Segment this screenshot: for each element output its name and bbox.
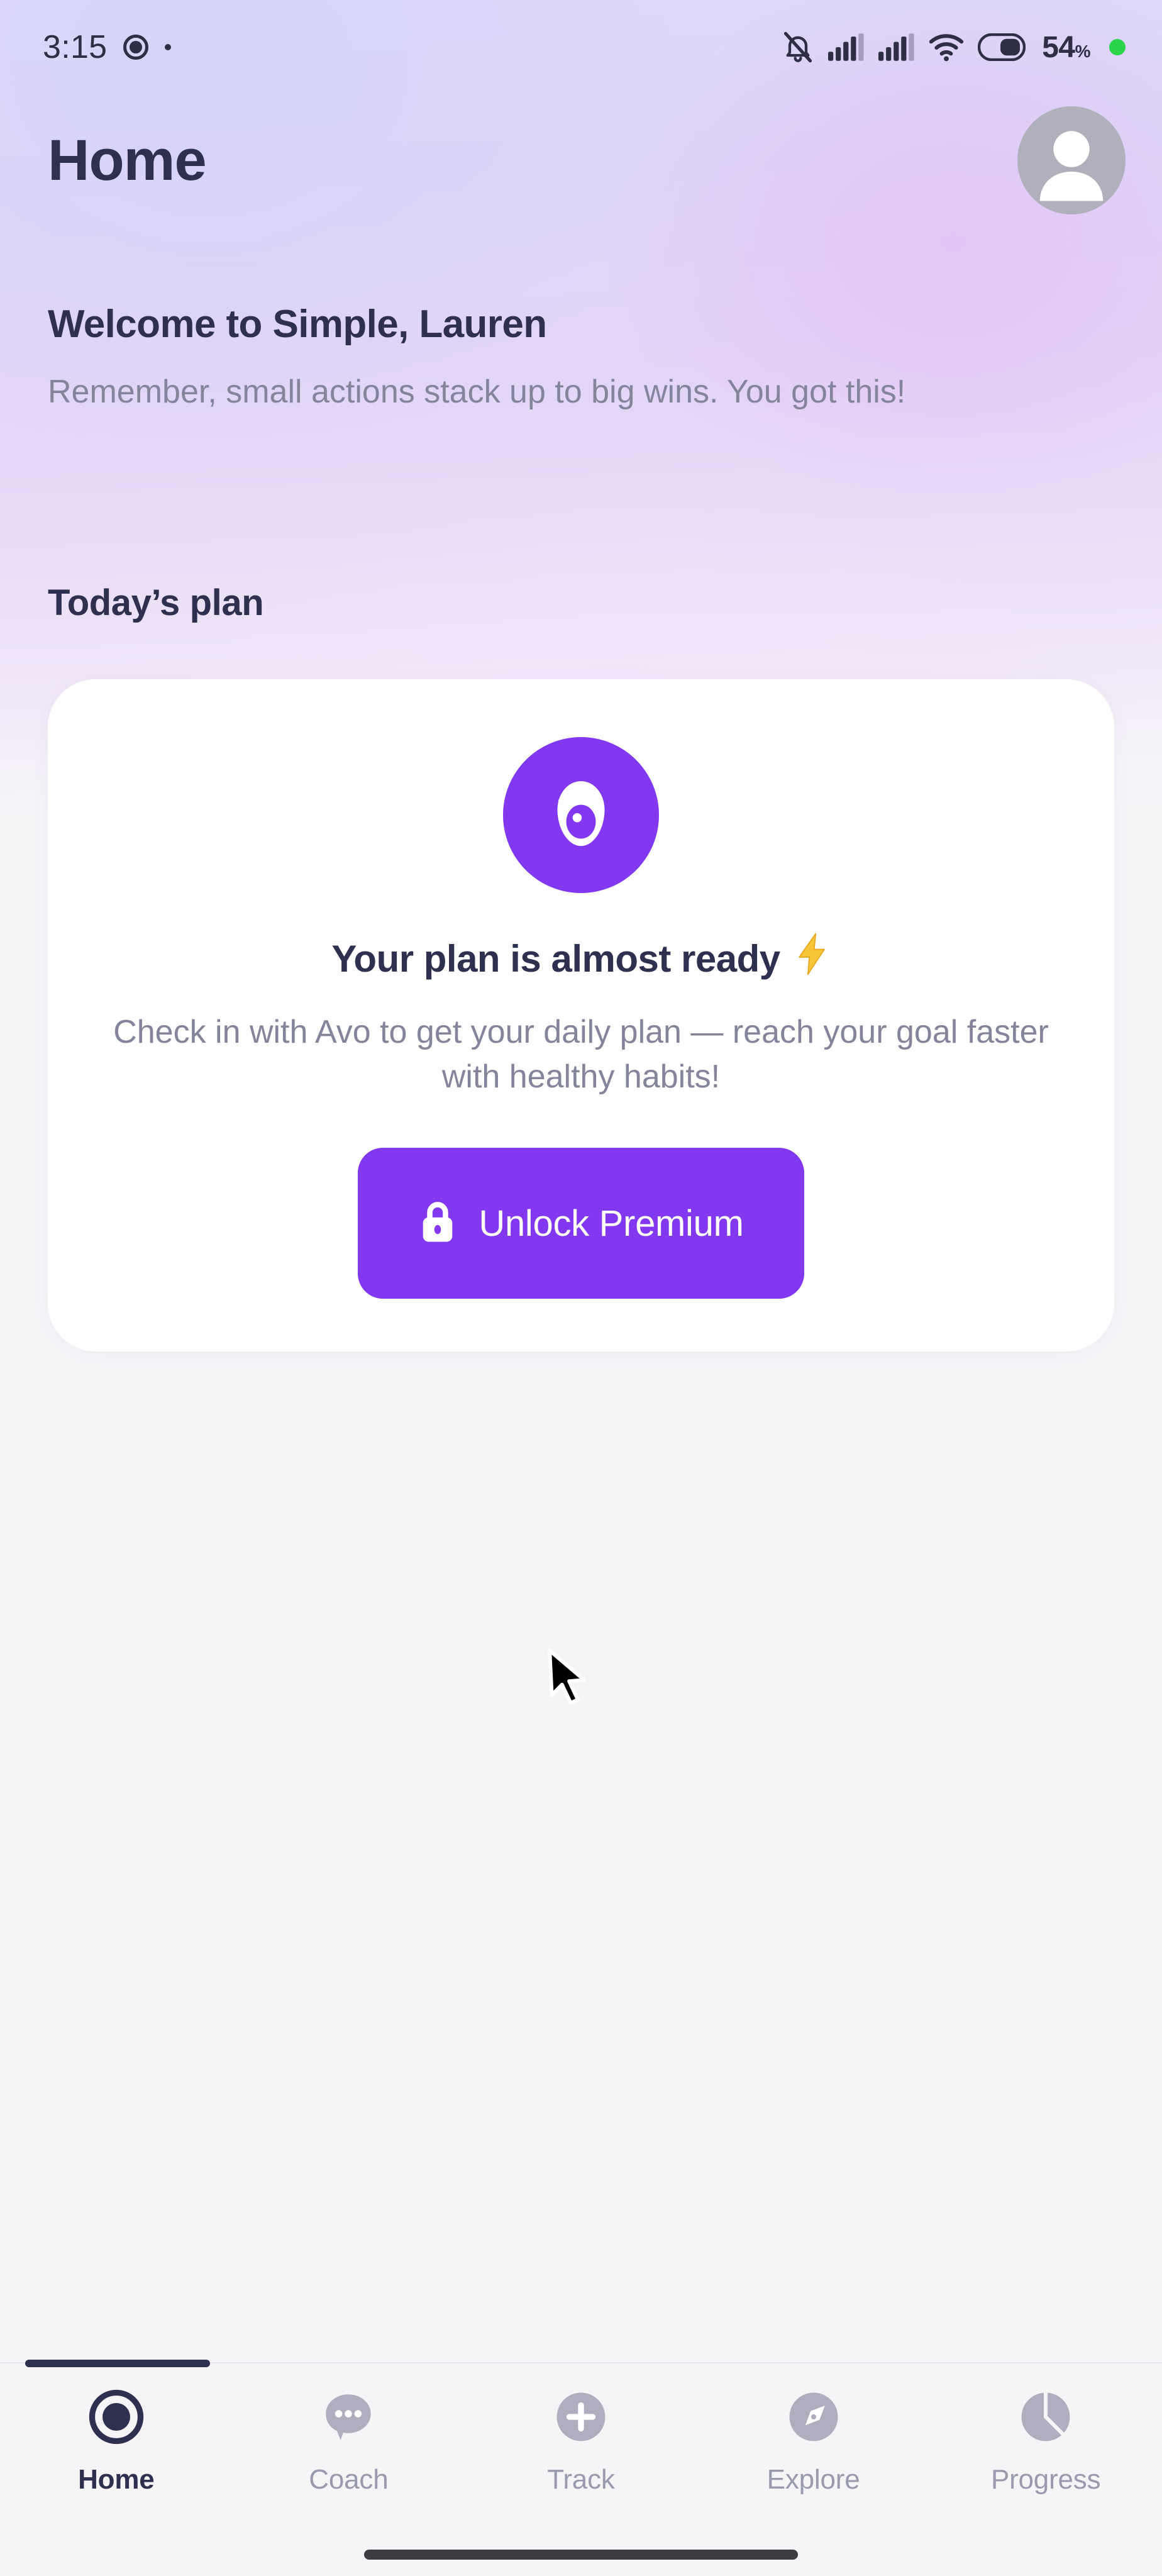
nav-label-explore: Explore: [766, 2464, 860, 2495]
nav-label-progress: Progress: [990, 2464, 1101, 2495]
status-indicator-dot: [1109, 39, 1126, 55]
nav-label-coach: Coach: [309, 2464, 389, 2495]
section-title-todays-plan: Today’s plan: [48, 582, 264, 623]
nav-item-track[interactable]: Track: [465, 2386, 697, 2496]
mouse-cursor: [545, 1648, 594, 1714]
nav-items: Home Coach Track Explore Progress: [0, 2386, 1162, 2496]
nav-label-track: Track: [547, 2464, 615, 2495]
card-headline-text: Your plan is almost ready: [331, 937, 780, 980]
active-tab-indicator: [25, 2360, 210, 2367]
signal-bars-icon: [828, 33, 864, 61]
signal-bars-icon: [878, 33, 914, 61]
silent-bell-icon: [784, 31, 812, 63]
lock-icon: [418, 1200, 457, 1247]
nav-item-progress[interactable]: Progress: [929, 2386, 1162, 2496]
chat-bubble-icon: [318, 2386, 379, 2448]
pie-chart-icon: [1015, 2386, 1076, 2448]
welcome-block: Welcome to Simple, Lauren Remember, smal…: [48, 302, 1129, 414]
status-bar-right: 54%: [782, 30, 1126, 65]
lightning-bolt-icon: [793, 932, 831, 985]
dot-icon: [165, 44, 172, 50]
plan-card: Your plan is almost ready Check in with …: [48, 679, 1114, 1352]
card-body-text: Check in with Avo to get your daily plan…: [113, 1014, 1049, 1095]
page-title: Home: [48, 128, 207, 192]
nav-item-explore[interactable]: Explore: [697, 2386, 930, 2496]
unlock-premium-button[interactable]: Unlock Premium: [358, 1148, 804, 1299]
status-bar: 3:15 54%: [0, 0, 1162, 94]
welcome-title: Welcome to Simple, Lauren: [48, 303, 547, 346]
person-icon: [1039, 131, 1104, 201]
target-icon: [86, 2386, 147, 2448]
avocado-icon: [503, 737, 659, 893]
status-bar-left: 3:15: [43, 28, 172, 66]
status-time: 3:15: [43, 29, 108, 65]
battery-percent: 54%: [1042, 30, 1090, 64]
record-icon: [123, 35, 149, 60]
card-headline: Your plan is almost ready: [331, 932, 830, 985]
phone-screen: 3:15 54% Home Welcome to Simple, Lauren …: [0, 0, 1162, 2576]
nav-item-coach[interactable]: Coach: [233, 2386, 465, 2496]
compass-icon: [783, 2386, 844, 2448]
welcome-subtitle: Remember, small actions stack up to big …: [48, 374, 906, 410]
nav-label-home: Home: [78, 2464, 155, 2495]
avatar[interactable]: [1017, 106, 1126, 214]
avocado-glyph: [557, 781, 605, 847]
unlock-premium-label: Unlock Premium: [479, 1202, 744, 1244]
plus-circle-icon: [550, 2386, 612, 2448]
wifi-icon: [929, 34, 964, 62]
home-indicator[interactable]: [364, 2550, 798, 2560]
app-header: Home: [0, 101, 1162, 220]
nav-item-home[interactable]: Home: [0, 2386, 233, 2496]
bottom-navigation: Home Coach Track Explore Progress: [0, 2360, 1162, 2576]
battery-icon: [978, 33, 1026, 61]
